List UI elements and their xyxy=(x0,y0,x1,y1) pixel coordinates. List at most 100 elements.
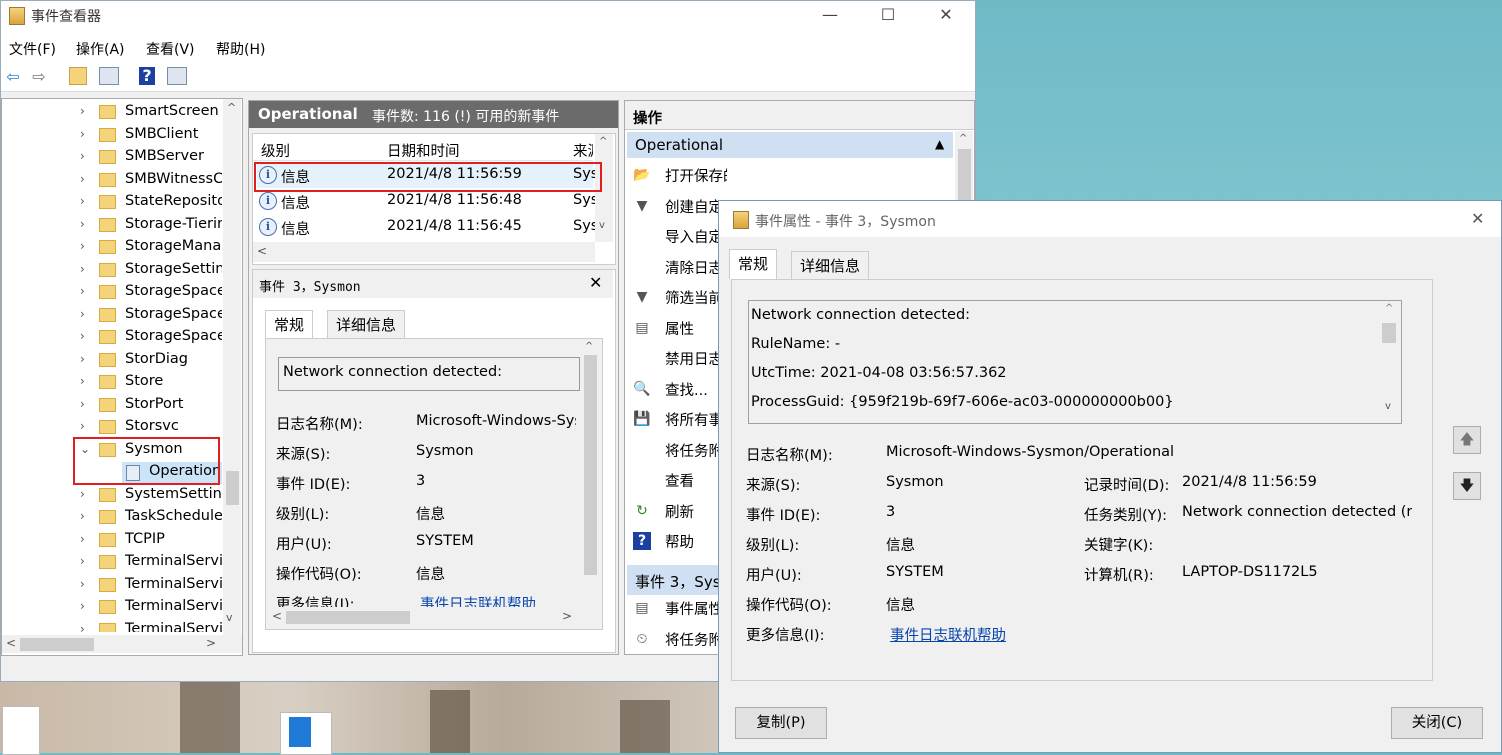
action-item[interactable]: ▤ 事件属性 xyxy=(627,594,727,622)
action-item[interactable]: 📂 打开保存的日志... xyxy=(627,161,727,189)
next-event-button[interactable]: 🡇 xyxy=(1453,472,1481,500)
chevron-right-icon[interactable]: › xyxy=(80,509,85,523)
action-item[interactable]: ↻ 刷新 xyxy=(627,497,727,525)
tab-details[interactable]: 详细信息 xyxy=(327,310,406,338)
tree-item[interactable]: › SMBWitnessC xyxy=(2,170,222,192)
tree-horizontal-scrollbar[interactable]: < > xyxy=(2,635,242,653)
action-item[interactable]: ▼ 筛选当前 xyxy=(627,283,727,311)
chevron-right-icon[interactable]: › xyxy=(80,329,85,343)
detail-vscroll[interactable]: ^ xyxy=(580,339,600,589)
field-label: 记录时间(D): xyxy=(1084,478,1170,494)
tree-item[interactable]: › TerminalServi xyxy=(2,575,222,597)
action-item[interactable]: 禁用日志 xyxy=(627,344,727,372)
column-level[interactable]: 级别 xyxy=(261,140,290,161)
menu-action[interactable]: 操作(A) xyxy=(76,39,125,59)
chevron-right-icon[interactable]: › xyxy=(80,622,85,633)
back-arrow-icon[interactable]: ⇦ xyxy=(3,67,23,87)
action-item[interactable]: 💾 将所有事 xyxy=(627,405,727,433)
dialog-close-button[interactable]: 关闭(C) xyxy=(1391,707,1483,739)
chevron-right-icon[interactable]: › xyxy=(80,172,85,186)
up-folder-icon[interactable] xyxy=(69,67,87,85)
event-list-hscroll[interactable]: < xyxy=(253,242,595,262)
close-detail-icon[interactable]: ✕ xyxy=(589,273,602,292)
forward-arrow-icon[interactable]: ⇨ xyxy=(29,67,49,87)
tree-item[interactable]: › TerminalServi xyxy=(2,597,222,619)
tab-general[interactable]: 常规 xyxy=(265,310,314,338)
maximize-button[interactable]: ☐ xyxy=(865,1,911,31)
chevron-right-icon[interactable]: › xyxy=(80,194,85,208)
tree-item[interactable]: › Storage-Tierin xyxy=(2,215,222,237)
chevron-right-icon[interactable]: › xyxy=(80,487,85,501)
menu-help[interactable]: 帮助(H) xyxy=(216,39,265,59)
action-item[interactable]: ? 帮助 xyxy=(627,527,727,555)
chevron-right-icon[interactable]: › xyxy=(80,149,85,163)
tree-item[interactable]: › Storsvc xyxy=(2,417,222,439)
dialog-close-icon[interactable]: ✕ xyxy=(1471,209,1484,228)
tree-item[interactable]: › StorageSettin xyxy=(2,260,222,282)
chevron-right-icon[interactable]: › xyxy=(80,217,85,231)
action-item[interactable]: 查看 xyxy=(627,466,727,494)
dialog-message-vscroll[interactable]: ^ v xyxy=(1379,301,1399,421)
action-item[interactable]: 导入自定 xyxy=(627,222,727,250)
tree-item[interactable]: › TCPIP xyxy=(2,530,222,552)
action-item[interactable]: ▤ 属性 xyxy=(627,314,727,342)
chevron-right-icon[interactable]: › xyxy=(80,127,85,141)
actions-section-operational[interactable]: Operational ▲ xyxy=(627,132,953,158)
tree-item[interactable]: › StorDiag xyxy=(2,350,222,372)
chevron-right-icon[interactable]: › xyxy=(80,374,85,388)
tree-item[interactable]: › SMBClient xyxy=(2,125,222,147)
tree-item[interactable]: › SMBServer xyxy=(2,147,222,169)
desktop-doc-icon[interactable] xyxy=(280,712,332,755)
dialog-tab-details[interactable]: 详细信息 xyxy=(791,251,870,279)
column-source[interactable]: 来源 xyxy=(573,140,593,161)
detail-hscroll[interactable]: < > xyxy=(266,607,602,627)
dialog-tab-general[interactable]: 常规 xyxy=(729,249,778,279)
collapse-up-icon[interactable]: ▲ xyxy=(935,137,944,151)
tree-item[interactable]: › StorageManag xyxy=(2,237,222,259)
tree-item[interactable]: › SystemSetting xyxy=(2,485,222,507)
tree-item[interactable]: › Store xyxy=(2,372,222,394)
tree-item[interactable]: › SmartScreen xyxy=(2,102,222,124)
online-help-link[interactable]: 事件日志联机帮助 xyxy=(890,624,1006,645)
tree-item[interactable]: › TerminalServi xyxy=(2,620,222,633)
action-item[interactable]: 清除日志 xyxy=(627,253,727,281)
tree-item[interactable]: › StorPort xyxy=(2,395,222,417)
chevron-right-icon[interactable]: › xyxy=(80,532,85,546)
chevron-right-icon[interactable]: › xyxy=(80,397,85,411)
table-row[interactable]: i 信息 2021/4/8 11:56:45 Sys xyxy=(257,214,598,240)
show-action-pane-icon[interactable] xyxy=(167,67,187,85)
minimize-button[interactable]: — xyxy=(807,1,853,31)
action-item[interactable]: ▼创建自定义视图 xyxy=(627,192,727,220)
menu-view[interactable]: 查看(V) xyxy=(146,39,195,59)
chevron-right-icon[interactable]: › xyxy=(80,599,85,613)
tree-item[interactable]: › StorageSpace xyxy=(2,327,222,349)
tree-item[interactable]: › StorageSpace xyxy=(2,282,222,304)
tree-item[interactable]: › StateReposito xyxy=(2,192,222,214)
chevron-right-icon[interactable]: › xyxy=(80,352,85,366)
chevron-right-icon[interactable]: › xyxy=(80,307,85,321)
message-box[interactable]: Network connection detected: xyxy=(278,357,580,391)
chevron-right-icon[interactable]: › xyxy=(80,262,85,276)
chevron-right-icon[interactable]: › xyxy=(80,239,85,253)
chevron-right-icon[interactable]: › xyxy=(80,554,85,568)
tree-item[interactable]: › StorageSpace xyxy=(2,305,222,327)
chevron-right-icon[interactable]: › xyxy=(80,284,85,298)
action-item[interactable]: 将任务附 xyxy=(627,436,727,464)
tree-item[interactable]: › TaskSchedule xyxy=(2,507,222,529)
help-icon[interactable]: ? xyxy=(139,67,155,85)
tree-item[interactable]: › TerminalServi xyxy=(2,552,222,574)
menu-file[interactable]: 文件(F) xyxy=(9,39,56,59)
copy-button[interactable]: 复制(P) xyxy=(735,707,827,739)
action-item[interactable]: 🔍 查找... xyxy=(627,375,727,403)
close-button[interactable]: ✕ xyxy=(923,1,969,31)
chevron-right-icon[interactable]: › xyxy=(80,104,85,118)
column-datetime[interactable]: 日期和时间 xyxy=(387,140,460,161)
desktop-file-icon[interactable] xyxy=(2,706,40,755)
action-item[interactable]: ⏲ 将任务附 xyxy=(627,625,727,653)
show-hide-tree-icon[interactable] xyxy=(99,67,119,85)
chevron-right-icon[interactable]: › xyxy=(80,577,85,591)
dialog-message-box[interactable]: Network connection detected: RuleName: - U… xyxy=(748,300,1402,424)
chevron-right-icon[interactable]: › xyxy=(80,419,85,433)
tree-vertical-scrollbar[interactable]: ^ v xyxy=(223,99,241,635)
previous-event-button[interactable]: 🡅 xyxy=(1453,426,1481,454)
